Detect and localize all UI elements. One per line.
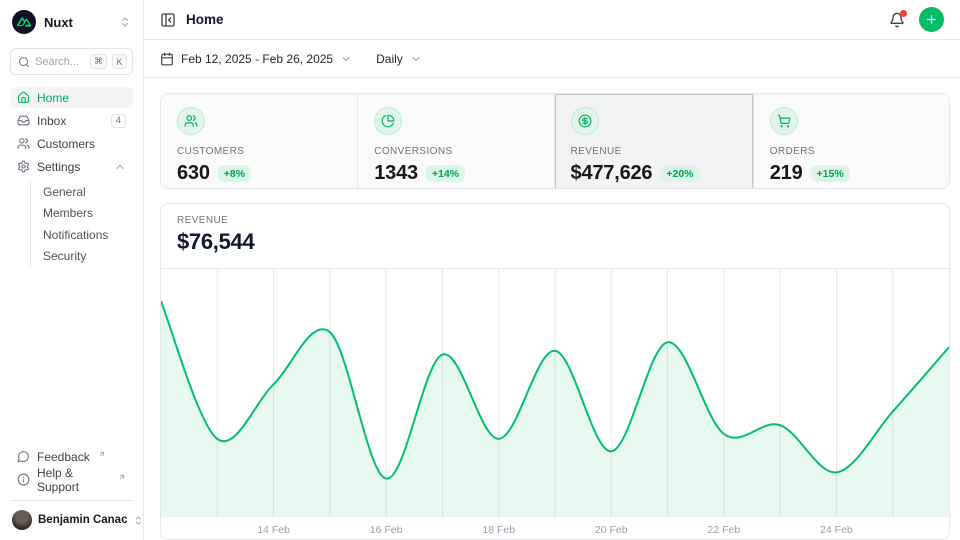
svg-text:20 Feb: 20 Feb <box>595 524 628 536</box>
help-support-label: Help & Support <box>37 466 110 494</box>
chevron-down-icon <box>340 53 352 65</box>
date-range-picker[interactable]: Feb 12, 2025 - Feb 26, 2025 <box>160 52 352 66</box>
settings-subnav: General Members Notifications Security <box>30 181 133 267</box>
stat-delta-badge: +15% <box>811 165 850 182</box>
notification-dot <box>900 10 907 17</box>
sidebar-subitem-security[interactable]: Security <box>43 246 133 268</box>
search-placeholder: Search... <box>35 56 85 68</box>
stat-card-orders[interactable]: ORDERS 219 +15% <box>753 94 949 189</box>
chevron-up-icon <box>114 161 126 173</box>
stat-value: 1343 <box>374 162 418 185</box>
message-circle-icon <box>17 450 30 463</box>
sidebar-item-label: Settings <box>37 160 80 174</box>
workspace-selector[interactable]: Nuxt <box>10 10 133 34</box>
revenue-chart[interactable]: 14 Feb 16 Feb 18 Feb 20 Feb 22 Feb 24 Feb <box>161 269 949 539</box>
chart-metric-value: $76,544 <box>177 229 933 255</box>
sidebar-item-home[interactable]: Home <box>10 87 133 108</box>
kbd-cmd: ⌘ <box>90 54 107 69</box>
main-area: Home Feb 12, 2025 - Feb 26, 2025 Da <box>144 0 960 540</box>
add-button[interactable] <box>919 7 944 32</box>
period-select[interactable]: Daily <box>376 52 422 66</box>
chart-metric-label: REVENUE <box>177 215 933 226</box>
stat-label: ORDERS <box>770 146 933 157</box>
dashboard-content: CUSTOMERS 630 +8% CONVERSIONS 1343 +14% <box>144 78 960 540</box>
dollar-circle-icon <box>571 107 599 135</box>
top-header: Home <box>144 0 960 40</box>
sidebar: Nuxt Search... ⌘ K Home Inbox 4 <box>0 0 144 540</box>
stat-value: 630 <box>177 162 210 185</box>
inbox-icon <box>17 114 30 127</box>
nuxt-logo-icon <box>12 10 36 34</box>
sidebar-item-settings[interactable]: Settings <box>10 156 133 177</box>
filter-toolbar: Feb 12, 2025 - Feb 26, 2025 Daily <box>144 40 960 78</box>
revenue-chart-card: REVENUE $76,544 14 Feb 16 Feb 18 Feb 20 Feb… <box>160 203 950 540</box>
inbox-count-badge: 4 <box>111 114 126 128</box>
sidebar-item-customers[interactable]: Customers <box>10 133 133 154</box>
date-range-value: Feb 12, 2025 - Feb 26, 2025 <box>181 52 333 66</box>
chevron-down-icon <box>410 53 422 65</box>
shopping-cart-icon <box>770 107 798 135</box>
sidebar-item-label: Home <box>37 91 69 105</box>
panel-collapse-icon[interactable] <box>160 12 176 28</box>
info-icon <box>17 473 30 486</box>
search-input[interactable]: Search... ⌘ K <box>10 48 133 75</box>
help-support-link[interactable]: Help & Support <box>10 469 133 490</box>
avatar <box>12 510 32 530</box>
topbar-actions <box>889 7 944 32</box>
stat-label: REVENUE <box>571 146 737 157</box>
sidebar-subitem-members[interactable]: Members <box>43 203 133 225</box>
period-value: Daily <box>376 52 403 66</box>
search-icon <box>18 56 30 68</box>
external-link-icon <box>118 473 126 481</box>
user-name: Benjamin Canac <box>38 514 127 526</box>
sidebar-subitem-general[interactable]: General <box>43 181 133 203</box>
gear-icon <box>17 160 30 173</box>
svg-text:14 Feb: 14 Feb <box>257 524 290 536</box>
sidebar-item-inbox[interactable]: Inbox 4 <box>10 110 133 131</box>
stat-value: $477,626 <box>571 162 653 185</box>
svg-text:24 Feb: 24 Feb <box>820 524 853 536</box>
external-link-icon <box>98 450 106 458</box>
stat-card-conversions[interactable]: CONVERSIONS 1343 +14% <box>357 94 553 189</box>
sidebar-subitem-notifications[interactable]: Notifications <box>43 224 133 246</box>
users-icon <box>17 137 30 150</box>
stat-card-revenue[interactable]: REVENUE $477,626 +20% <box>554 94 753 189</box>
kbd-k: K <box>112 54 127 69</box>
chevrons-up-down-icon <box>119 16 131 28</box>
calendar-icon <box>160 52 174 66</box>
page-title: Home <box>186 12 879 27</box>
sidebar-item-label: Customers <box>37 137 95 151</box>
svg-text:22 Feb: 22 Feb <box>708 524 741 536</box>
svg-text:18 Feb: 18 Feb <box>482 524 515 536</box>
workspace-name: Nuxt <box>44 15 112 30</box>
users-icon <box>177 107 205 135</box>
plus-icon <box>925 13 938 26</box>
stat-delta-badge: +20% <box>660 165 699 182</box>
stat-label: CUSTOMERS <box>177 146 341 157</box>
sidebar-nav: Home Inbox 4 Customers Settings Genera <box>10 87 133 267</box>
sidebar-item-label: Inbox <box>37 114 66 128</box>
stat-card-customers[interactable]: CUSTOMERS 630 +8% <box>161 94 357 189</box>
notifications-button[interactable] <box>889 12 905 28</box>
chart-header: REVENUE $76,544 <box>161 204 949 269</box>
stat-delta-badge: +8% <box>218 165 251 182</box>
stat-label: CONVERSIONS <box>374 146 537 157</box>
feedback-link[interactable]: Feedback <box>10 446 133 467</box>
feedback-label: Feedback <box>37 450 90 464</box>
stats-row: CUSTOMERS 630 +8% CONVERSIONS 1343 +14% <box>160 93 950 189</box>
stat-value: 219 <box>770 162 803 185</box>
stat-delta-badge: +14% <box>426 165 465 182</box>
chevrons-up-down-icon <box>133 515 144 526</box>
user-menu[interactable]: Benjamin Canac <box>10 500 133 532</box>
svg-text:16 Feb: 16 Feb <box>370 524 403 536</box>
home-icon <box>17 91 30 104</box>
sidebar-footer: Feedback Help & Support Benjamin Canac <box>10 446 133 532</box>
pie-chart-icon <box>374 107 402 135</box>
